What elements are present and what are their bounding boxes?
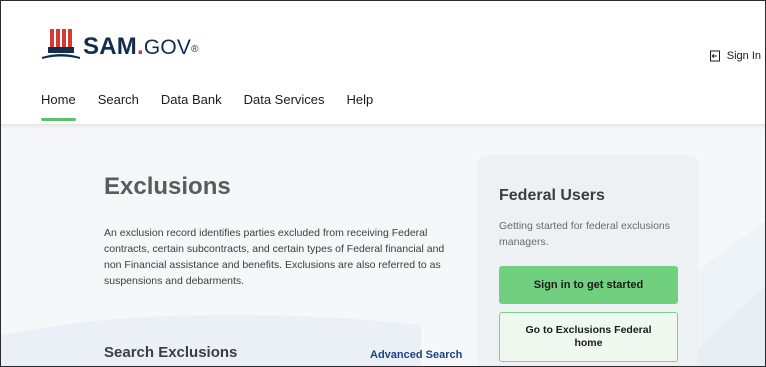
sign-in-link[interactable]: Sign In <box>709 50 761 62</box>
browser-frame: SAM.GOV® Sign In Home Search Data Bank D… <box>0 0 766 367</box>
search-exclusions-heading: Search Exclusions <box>104 344 238 361</box>
advanced-search-link[interactable]: Advanced Search <box>370 349 462 361</box>
page-title: Exclusions <box>104 173 231 200</box>
nav-item-data-services[interactable]: Data Services <box>244 92 325 121</box>
sam-logo[interactable]: SAM.GOV® <box>41 23 199 63</box>
federal-users-title: Federal Users <box>499 187 605 204</box>
nav-item-search[interactable]: Search <box>98 92 139 121</box>
site-header: SAM.GOV® Sign In Home Search Data Bank D… <box>1 1 765 125</box>
page-description: An exclusion record identifies parties e… <box>104 227 445 287</box>
logo-sam: SAM <box>83 33 137 60</box>
main-nav: Home Search Data Bank Data Services Help <box>41 92 395 121</box>
go-to-exclusions-federal-home-button[interactable]: Go to Exclusions Federal home <box>499 312 678 362</box>
logo-dot: . <box>136 33 144 60</box>
sam-wordmark: SAM.GOV® <box>83 32 199 63</box>
sign-in-icon <box>709 50 720 62</box>
logo-gov: GOV <box>143 36 192 59</box>
nav-item-home[interactable]: Home <box>41 92 76 121</box>
federal-users-subtitle: Getting started for federal exclusions m… <box>499 220 671 248</box>
sign-in-to-get-started-button[interactable]: Sign in to get started <box>499 266 678 304</box>
logo-trademark: ® <box>191 44 199 55</box>
federal-users-card: Federal Users Getting started for federa… <box>478 155 698 366</box>
sign-in-label: Sign In <box>726 50 761 62</box>
main-content: Exclusions An exclusion record identifie… <box>1 125 765 366</box>
nav-item-data-bank[interactable]: Data Bank <box>161 92 222 121</box>
nav-item-help[interactable]: Help <box>347 92 374 121</box>
sam-logo-icon <box>42 29 80 59</box>
